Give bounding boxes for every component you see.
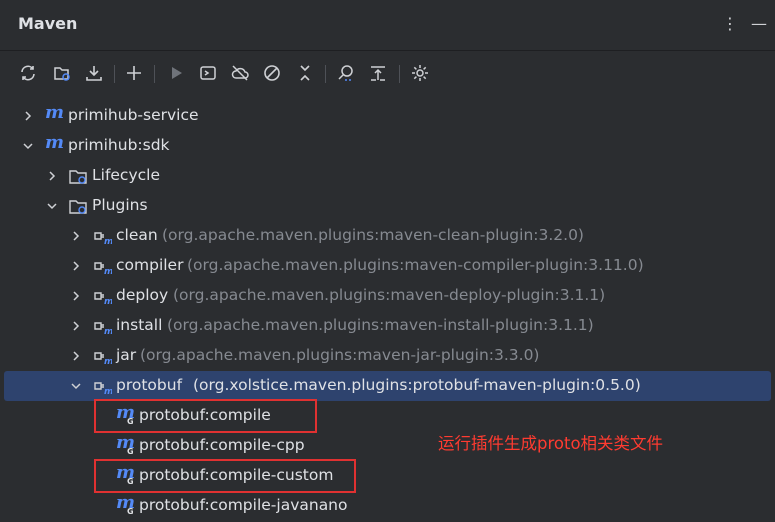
module-label: primihub:sdk — [68, 136, 170, 154]
reload-icon[interactable] — [16, 61, 40, 85]
plugin-icon: m — [94, 232, 112, 246]
add-icon[interactable] — [122, 61, 146, 85]
svg-text:m: m — [104, 297, 112, 306]
plugin-row[interactable]: m jar (org.apache.maven.plugins:maven-ja… — [0, 341, 775, 371]
plugin-coordinates: (org.apache.maven.plugins:maven-compiler… — [187, 256, 644, 274]
analyze-icon[interactable] — [334, 61, 358, 85]
plugin-icon: m — [94, 352, 112, 366]
run-icon[interactable] — [164, 61, 188, 85]
plugin-icon: m — [94, 262, 112, 276]
plugin-name: clean — [116, 226, 158, 244]
chevron-right-icon[interactable] — [70, 260, 82, 272]
plugin-coordinates: (org.xolstice.maven.plugins:protobuf-mav… — [193, 376, 641, 394]
chevron-right-icon[interactable] — [70, 230, 82, 242]
plugin-icon: m — [94, 382, 112, 396]
svg-text:m: m — [104, 237, 112, 246]
plugin-icon: m — [94, 292, 112, 306]
tree-item-primihub-sdk[interactable]: m primihub:sdk — [0, 131, 775, 161]
plugin-name: jar — [116, 346, 137, 364]
plugin-row[interactable]: m deploy (org.apache.maven.plugins:maven… — [0, 281, 775, 311]
plugin-icon: m — [94, 322, 112, 336]
svg-text:m: m — [104, 327, 112, 336]
offline-icon[interactable] — [228, 61, 252, 85]
chevron-down-icon[interactable] — [46, 200, 58, 212]
download-icon[interactable] — [82, 61, 106, 85]
chevron-right-icon[interactable] — [70, 350, 82, 362]
goal-label: protobuf:compile-javanano — [139, 496, 348, 514]
minimize-icon[interactable]: — — [751, 14, 767, 33]
toolbar-separator — [154, 65, 155, 83]
skip-tests-icon[interactable] — [260, 61, 284, 85]
panel-title: Maven — [18, 14, 78, 33]
maven-module-icon: m — [45, 132, 65, 153]
tree-item-lifecycle[interactable]: Lifecycle — [0, 161, 775, 191]
plugin-name: install — [116, 316, 163, 334]
maven-toolbar — [0, 51, 775, 97]
more-options-icon[interactable]: ⋮ — [722, 14, 738, 33]
panel-header: Maven ⋮ — — [0, 0, 775, 51]
chevron-right-icon[interactable] — [70, 290, 82, 302]
reimport-icon[interactable] — [50, 61, 74, 85]
settings-icon[interactable] — [408, 61, 432, 85]
goal-badge-icon: G — [127, 507, 134, 516]
folder-gear-icon — [69, 200, 87, 214]
chevron-right-icon[interactable] — [22, 110, 34, 122]
goal-label: protobuf:compile-cpp — [139, 436, 305, 454]
plugin-coordinates: (org.apache.maven.plugins:maven-deploy-p… — [173, 286, 606, 304]
lifecycle-label: Lifecycle — [92, 166, 160, 184]
tree-item-plugins[interactable]: Plugins — [0, 191, 775, 221]
highlight-box-compile-custom — [94, 459, 356, 493]
highlight-box-compile — [94, 399, 317, 433]
execute-goal-icon[interactable] — [196, 61, 220, 85]
chevron-down-icon[interactable] — [70, 380, 82, 392]
plugin-name: compiler — [116, 256, 184, 274]
plugins-label: Plugins — [92, 196, 148, 214]
toolbar-separator — [399, 65, 400, 83]
plugin-row[interactable]: m install (org.apache.maven.plugins:mave… — [0, 311, 775, 341]
tree-item-primihub-service[interactable]: m primihub-service — [0, 101, 775, 131]
chevron-right-icon[interactable] — [70, 320, 82, 332]
svg-text:m: m — [104, 357, 112, 366]
annotation-text: 运行插件生成proto相关类文件 — [438, 434, 664, 453]
plugin-coordinates: (org.apache.maven.plugins:maven-install-… — [167, 316, 594, 334]
chevron-down-icon[interactable] — [22, 140, 34, 152]
plugin-row-protobuf[interactable]: m protobuf (org.xolstice.maven.plugins:p… — [4, 371, 771, 401]
plugin-name: deploy — [116, 286, 169, 304]
goal-badge-icon: G — [127, 447, 134, 456]
plugin-coordinates: (org.apache.maven.plugins:maven-jar-plug… — [140, 346, 540, 364]
collapse-icon[interactable] — [293, 61, 317, 85]
svg-text:m: m — [104, 387, 112, 396]
plugin-coordinates: (org.apache.maven.plugins:maven-clean-pl… — [162, 226, 584, 244]
maven-module-icon: m — [45, 102, 65, 123]
toolbar-separator — [114, 65, 115, 83]
folder-gear-icon — [69, 170, 87, 184]
chevron-right-icon[interactable] — [46, 170, 58, 182]
goal-row[interactable]: m G protobuf:compile-javanano — [0, 491, 775, 521]
plugin-name: protobuf — [116, 376, 183, 394]
svg-text:m: m — [104, 267, 112, 276]
expand-icon[interactable] — [366, 61, 390, 85]
plugin-row[interactable]: m compiler (org.apache.maven.plugins:mav… — [0, 251, 775, 281]
plugin-row[interactable]: m clean (org.apache.maven.plugins:maven-… — [0, 221, 775, 251]
toolbar-separator — [325, 65, 326, 83]
module-label: primihub-service — [68, 106, 199, 124]
